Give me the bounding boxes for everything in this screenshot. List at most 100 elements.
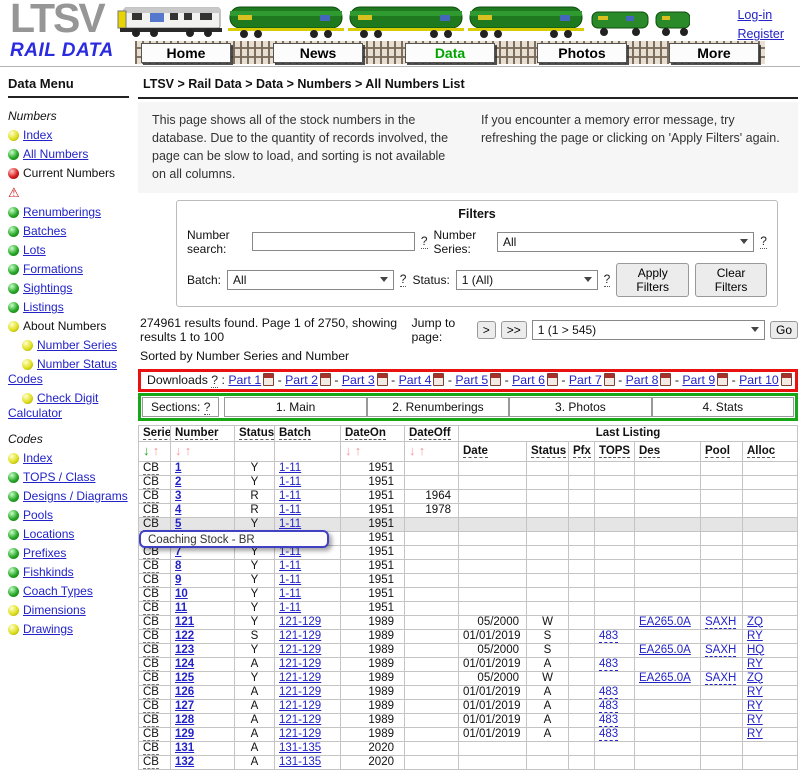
cell-link[interactable]: 121-129 [279, 714, 321, 726]
sidebar-item-all-numbers[interactable]: All Numbers [8, 147, 131, 162]
download-part-link[interactable]: Part 4 [399, 373, 432, 387]
series-code[interactable]: CB [143, 644, 159, 657]
cell-link[interactable]: 483 [599, 686, 618, 699]
nav-button-news[interactable]: News [273, 43, 363, 63]
pdf-file-icon[interactable] [320, 373, 331, 386]
download-part-link[interactable]: Part 6 [512, 373, 545, 387]
cell-link[interactable]: EA265.0A [639, 616, 691, 628]
section-tab-1-main[interactable]: 1. Main [224, 397, 366, 417]
cell-link[interactable]: RY [747, 728, 763, 740]
cell-link[interactable]: 1-11 [279, 462, 301, 474]
sort-ascending-icon[interactable]: ↑ [185, 443, 192, 458]
sidebar-item-designs-diagrams[interactable]: Designs / Diagrams [8, 489, 131, 504]
cell-link[interactable]: 121-129 [279, 644, 321, 656]
sort-descending-icon[interactable]: ↓ [345, 443, 352, 458]
download-part-link[interactable]: Part 10 [739, 373, 779, 387]
nav-button-more[interactable]: More [669, 43, 759, 63]
subcolumn-link-tops[interactable]: TOPS [599, 445, 630, 458]
number-link[interactable]: 128 [175, 714, 194, 726]
pdf-file-icon[interactable] [263, 373, 274, 386]
sidebar-item-index[interactable]: Index [8, 128, 131, 143]
cell-link[interactable]: 1-11 [279, 574, 301, 586]
sort-descending-icon[interactable]: ↓ [143, 443, 150, 458]
sidebar-link[interactable]: Sightings [23, 281, 72, 295]
sidebar-item-dimensions[interactable]: Dimensions [8, 603, 131, 618]
status-help-link[interactable]: ? [604, 272, 611, 287]
sidebar-link[interactable]: Fishkinds [23, 565, 74, 579]
sidebar-item-formations[interactable]: Formations [8, 262, 131, 277]
clear-filters-button[interactable]: Clear Filters [695, 263, 767, 297]
series-code[interactable]: CB [143, 602, 159, 615]
sidebar-link[interactable]: Pools [23, 508, 53, 522]
cell-link[interactable]: ZQ [747, 616, 763, 628]
cell-link[interactable]: 1-11 [279, 518, 301, 530]
sidebar-item-coach-types[interactable]: Coach Types [8, 584, 131, 599]
nav-button-data[interactable]: Data [405, 43, 495, 63]
sort-link-number[interactable]: Number [175, 427, 218, 440]
sort-ascending-icon[interactable]: ↑ [419, 443, 426, 458]
sidebar-item-fishkinds[interactable]: Fishkinds [8, 565, 131, 580]
series-code[interactable]: CB [143, 700, 159, 713]
cell-link[interactable]: 1-11 [279, 504, 301, 516]
cell-link[interactable]: SAXH [705, 616, 736, 629]
sidebar-item-drawings[interactable]: Drawings [8, 622, 131, 637]
cell-link[interactable]: 483 [599, 700, 618, 713]
cell-link[interactable]: 483 [599, 630, 618, 643]
sidebar-link[interactable]: Batches [23, 224, 66, 238]
sort-link-dateoff[interactable]: DateOff [409, 427, 451, 440]
series-code[interactable]: CB [143, 518, 159, 531]
number-link[interactable]: 131 [175, 742, 194, 754]
series-code[interactable]: CB [143, 490, 159, 503]
series-code[interactable]: CB [143, 476, 159, 489]
download-part-link[interactable]: Part 5 [455, 373, 488, 387]
batch-help-link[interactable]: ? [400, 272, 407, 287]
go-button[interactable]: Go [770, 321, 798, 339]
number-search-help-link[interactable]: ? [421, 234, 428, 249]
download-part-link[interactable]: Part 1 [228, 373, 261, 387]
sidebar-link[interactable]: Listings [23, 300, 64, 314]
number-link[interactable]: 3 [175, 490, 181, 502]
sidebar-item-pools[interactable]: Pools [8, 508, 131, 523]
series-code[interactable]: CB [143, 462, 159, 475]
number-link[interactable]: 129 [175, 728, 194, 740]
subcolumn-link-alloc[interactable]: Alloc [747, 445, 775, 458]
number-link[interactable]: 10 [175, 588, 188, 600]
sidebar-item-check-digit-calculator[interactable]: Check Digit Calculator [8, 391, 131, 421]
cell-link[interactable]: 483 [599, 728, 618, 741]
series-code[interactable]: CB [143, 686, 159, 699]
sidebar-link[interactable]: TOPS / Class [23, 470, 95, 484]
sidebar-link[interactable]: All Numbers [23, 147, 88, 161]
cell-link[interactable]: RY [747, 714, 763, 726]
cell-link[interactable]: RY [747, 700, 763, 712]
subcolumn-link-pfx[interactable]: Pfx [573, 445, 591, 458]
sidebar-item-number-status-codes[interactable]: Number Status Codes [8, 357, 131, 387]
sidebar-link[interactable]: Number Series [37, 338, 117, 352]
status-select[interactable]: 1 (All) [456, 270, 598, 290]
cell-link[interactable]: 1-11 [279, 560, 301, 572]
download-part-link[interactable]: Part 8 [626, 373, 659, 387]
sidebar-link[interactable]: Designs / Diagrams [23, 489, 128, 503]
section-tab-4-stats[interactable]: 4. Stats [652, 397, 794, 417]
sidebar-item-lots[interactable]: Lots [8, 243, 131, 258]
cell-link[interactable]: 1-11 [279, 588, 301, 600]
number-series-help-link[interactable]: ? [760, 234, 767, 249]
sidebar-item-number-series[interactable]: Number Series [8, 338, 131, 353]
sidebar-link[interactable]: Dimensions [23, 603, 86, 617]
cell-link[interactable]: 1-11 [279, 476, 301, 488]
series-code[interactable]: CB [143, 588, 159, 601]
pdf-file-icon[interactable] [547, 373, 558, 386]
download-part-link[interactable]: Part 7 [569, 373, 602, 387]
sidebar-link[interactable]: Index [23, 128, 52, 142]
pdf-file-icon[interactable] [490, 373, 501, 386]
series-code[interactable]: CB [143, 714, 159, 727]
sidebar-link[interactable]: Formations [23, 262, 83, 276]
download-part-link[interactable]: Part 9 [682, 373, 715, 387]
number-link[interactable]: 8 [175, 560, 181, 572]
cell-link[interactable]: RY [747, 686, 763, 698]
download-part-link[interactable]: Part 3 [342, 373, 375, 387]
sidebar-link[interactable]: Renumberings [23, 205, 101, 219]
pdf-file-icon[interactable] [717, 373, 728, 386]
sidebar-link[interactable]: Prefixes [23, 546, 66, 560]
apply-filters-button[interactable]: Apply Filters [616, 263, 689, 297]
number-link[interactable]: 127 [175, 700, 194, 712]
